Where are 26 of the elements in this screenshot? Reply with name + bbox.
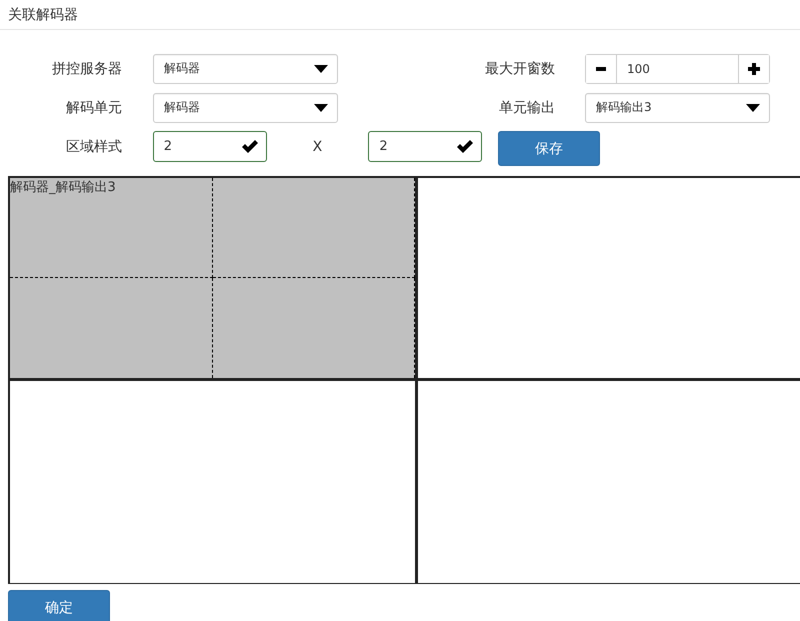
save-button[interactable]: 保存 <box>498 131 600 166</box>
field-label: 单元输出 <box>498 98 555 116</box>
field-label: 区域样式 <box>64 138 122 156</box>
minus-icon <box>596 66 606 70</box>
unit-select[interactable]: 解码器 <box>153 92 338 122</box>
caret-icon <box>314 104 328 112</box>
check-icon <box>457 140 474 153</box>
times-sign: X <box>312 138 324 154</box>
plus-icon <box>748 62 760 74</box>
confirm-button[interactable]: 确定 <box>8 590 110 621</box>
dialog-title: 关联解码器 <box>8 6 78 24</box>
check-icon <box>242 140 258 153</box>
rows-field[interactable]: 2 <box>152 131 267 162</box>
caret-icon <box>314 64 328 72</box>
field-label: 解码单元 <box>65 98 122 116</box>
screen-pane[interactable] <box>416 176 800 380</box>
field-label: 拼控服务器 <box>51 60 122 78</box>
screen-label: 解码器_解码输出3 <box>10 179 116 196</box>
server-select[interactable]: 解码器 <box>153 54 338 84</box>
caret-icon <box>746 104 760 112</box>
screen-pane[interactable] <box>8 379 417 584</box>
output-select[interactable]: 解码输出3 <box>585 92 770 122</box>
field-label: 最大开窗数 <box>484 60 555 78</box>
cols-field[interactable]: 2 <box>368 131 482 162</box>
window-count-stepper[interactable]: 100 <box>585 54 770 84</box>
screen-pane[interactable]: 解码器_解码输出3 <box>8 176 417 380</box>
